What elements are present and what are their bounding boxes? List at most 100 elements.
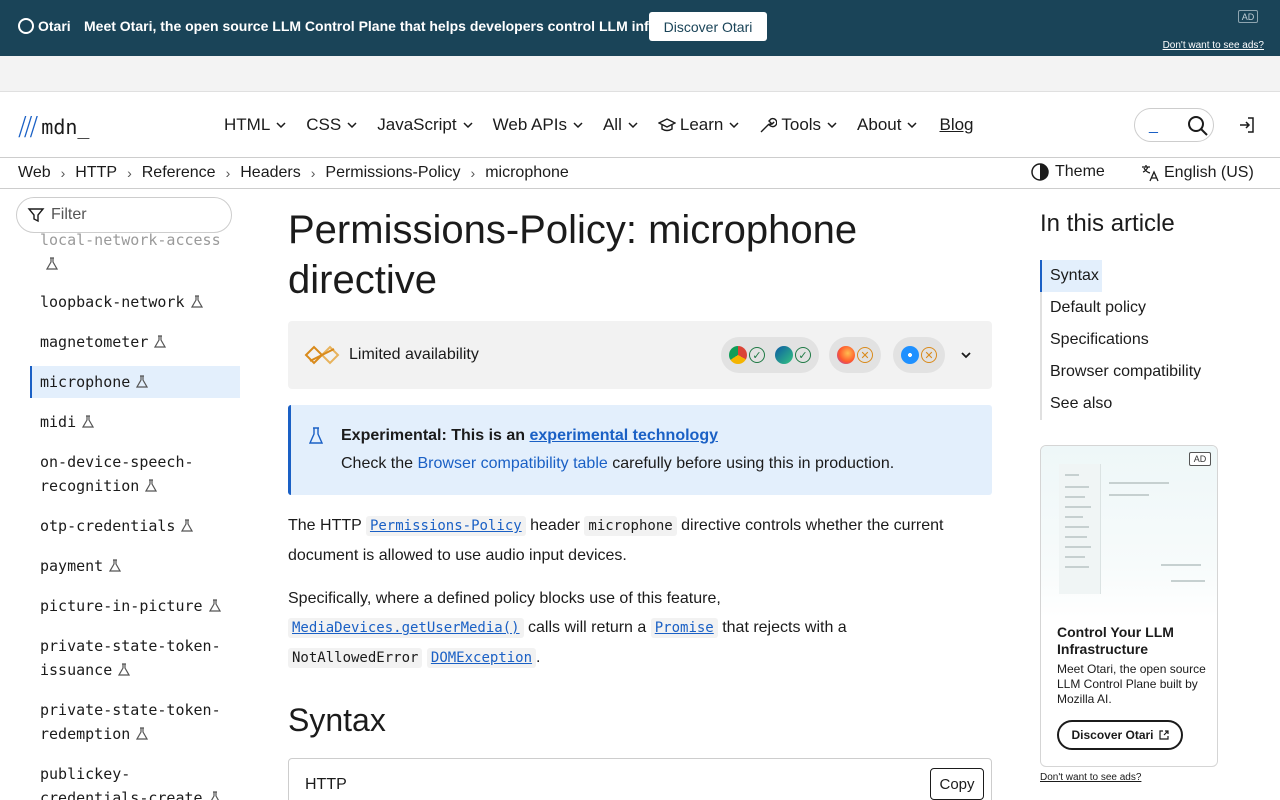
- flask-icon: [309, 427, 323, 444]
- nav-html[interactable]: HTML: [224, 114, 286, 136]
- supported-check-icon: ✓: [749, 347, 765, 363]
- sidebar-item-midi[interactable]: midi: [30, 410, 240, 434]
- breadcrumb-item[interactable]: Web ›: [18, 164, 75, 182]
- otari-logo[interactable]: Otari: [18, 18, 71, 34]
- permissions-policy-link[interactable]: Permissions-Policy: [365, 516, 526, 536]
- external-link-icon: [1158, 730, 1169, 740]
- mdn-logo[interactable]: /// mdn_: [18, 112, 89, 142]
- ad-label: AD: [1238, 10, 1258, 23]
- breadcrumb-web[interactable]: Web: [18, 164, 51, 182]
- login-icon[interactable]: [1237, 115, 1257, 135]
- safari-icon: [901, 346, 919, 364]
- copy-button[interactable]: Copy: [930, 768, 984, 800]
- flask-icon: [82, 415, 95, 428]
- flask-icon: [154, 335, 167, 348]
- breadcrumb-item[interactable]: Headers ›: [240, 164, 325, 182]
- toc-item-default-policy[interactable]: Default policy: [1042, 292, 1240, 324]
- microphone-code: microphone: [584, 516, 677, 536]
- sidebar-item-local-network-access[interactable]: local-network-access: [30, 228, 240, 276]
- language-switcher[interactable]: English (US): [1140, 163, 1254, 183]
- nav-html-label: HTML: [224, 115, 271, 134]
- sidebar-item-magnetometer[interactable]: magnetometer: [30, 330, 240, 354]
- browser-group-firefox: ✕: [829, 337, 881, 373]
- sidebar-item-publickey-credentials-create[interactable]: publickey- credentials-create: [30, 762, 240, 800]
- sidebar-item-private-state-token-redemption[interactable]: private-state-token- redemption: [30, 698, 240, 746]
- breadcrumb-http[interactable]: HTTP: [75, 164, 117, 182]
- sidebar-item-otp-credentials[interactable]: otp-credentials: [30, 514, 240, 538]
- wrench-icon: [760, 117, 778, 133]
- breadcrumb: Web › HTTP › Reference › Headers › Permissio…: [18, 164, 569, 182]
- page-title: Permissions-Policy: microphone directive: [288, 205, 992, 305]
- experimental-technology-link[interactable]: experimental technology: [530, 427, 719, 444]
- no-ads-link-side[interactable]: Don't want to see ads?: [1040, 772, 1141, 783]
- chevron-right-icon: ›: [60, 165, 66, 181]
- nav-blog[interactable]: Blog: [939, 114, 973, 136]
- browser-compat-link[interactable]: Browser compatibility table: [417, 455, 607, 472]
- unsupported-x-icon: ✕: [857, 347, 873, 363]
- sidebar-item-private-state-token-issuance[interactable]: private-state-token- issuance: [30, 634, 240, 682]
- nav-about-label: About: [857, 115, 902, 134]
- breadcrumb-item[interactable]: HTTP ›: [75, 164, 141, 182]
- theme-label: Theme: [1055, 163, 1105, 180]
- edge-icon: [775, 346, 793, 364]
- p1-text-a: The HTTP: [288, 517, 366, 534]
- nav-javascript[interactable]: JavaScript: [377, 114, 473, 136]
- availability-banner[interactable]: Limited availability ✓ ✓ ✕ ✕: [288, 321, 992, 389]
- nav-learn[interactable]: Learn: [657, 114, 739, 136]
- sidebar-item-picture-in-picture[interactable]: picture-in-picture: [30, 594, 240, 618]
- placeholder-strip: [0, 56, 1280, 92]
- sidebar: Filter local-network-access loopback-net…: [0, 190, 256, 800]
- nav-web-apis[interactable]: Web APIs: [493, 114, 583, 136]
- search-icon: [1188, 116, 1208, 136]
- breadcrumb-headers[interactable]: Headers: [240, 164, 300, 182]
- promise-link[interactable]: Promise: [650, 618, 718, 638]
- toc-item-browser-compatibility[interactable]: Browser compatibility: [1042, 356, 1240, 388]
- ad-label: AD: [1189, 452, 1211, 466]
- syntax-heading: Syntax: [288, 702, 386, 738]
- sidebar-item-label: local-network-access: [40, 231, 221, 249]
- sidebar-item-payment[interactable]: payment: [30, 554, 240, 578]
- toc-item-specifications[interactable]: Specifications: [1042, 324, 1240, 356]
- sidebar-item-on-device-speech-recognition[interactable]: on-device-speech- recognition: [30, 450, 240, 498]
- sidebar-item-label: microphone: [40, 373, 131, 391]
- domexception-link[interactable]: DOMException: [426, 648, 537, 668]
- sidebar-item-label: magnetometer: [40, 333, 149, 351]
- browser-group-chrome-edge: ✓ ✓: [721, 337, 819, 373]
- breadcrumb-item[interactable]: Reference ›: [142, 164, 241, 182]
- intro-paragraph: The HTTP Permissions-Policy header micro…: [288, 511, 992, 570]
- experimental-note: Experimental: This is an experimental te…: [288, 405, 992, 495]
- toc-item-see-also[interactable]: See also: [1042, 388, 1240, 420]
- table-of-contents: In this article Syntax Default policy Sp…: [1040, 190, 1240, 420]
- graduation-cap-icon: [657, 118, 676, 132]
- theme-switcher[interactable]: Theme: [1031, 163, 1105, 181]
- ad-screenshot-line: [1065, 516, 1083, 518]
- chevron-down-icon: [347, 122, 357, 129]
- nav-about[interactable]: About: [857, 114, 918, 136]
- sidebar-item-loopback-network[interactable]: loopback-network: [30, 290, 240, 314]
- nav-css-label: CSS: [306, 115, 342, 134]
- breadcrumb-item[interactable]: Permissions-Policy ›: [325, 164, 485, 182]
- no-ads-link[interactable]: Don't want to see ads?: [1163, 40, 1264, 51]
- side-ad-card[interactable]: AD Control Your LLM Infrastructure Meet …: [1040, 445, 1218, 767]
- toc-item-syntax[interactable]: Syntax: [1040, 260, 1102, 292]
- chevron-right-icon: ›: [310, 165, 316, 181]
- nav-tools[interactable]: Tools: [759, 114, 837, 136]
- discover-otari-button[interactable]: Discover Otari: [649, 12, 767, 41]
- breadcrumb-permissions-policy[interactable]: Permissions-Policy: [325, 164, 460, 182]
- search-input[interactable]: _: [1134, 108, 1214, 142]
- getusermedia-link[interactable]: MediaDevices.getUserMedia(): [288, 618, 524, 638]
- chevron-down-icon[interactable]: [960, 349, 972, 361]
- search-cursor: _: [1149, 117, 1158, 134]
- otari-logo-icon: [18, 18, 34, 34]
- sidebar-item-label-line2: redemption: [40, 725, 131, 743]
- unsupported-x-icon: ✕: [921, 347, 937, 363]
- top-ad-banner: Otari Meet Otari, the open source LLM Co…: [0, 0, 1280, 56]
- translate-icon: [1142, 165, 1159, 182]
- sidebar-item-label: otp-credentials: [40, 517, 176, 535]
- nav-css[interactable]: CSS: [306, 114, 357, 136]
- sidebar-item-microphone[interactable]: microphone: [30, 366, 240, 398]
- sidebar-item-label: publickey-: [40, 765, 131, 783]
- nav-all[interactable]: All: [603, 114, 638, 136]
- breadcrumb-reference[interactable]: Reference: [142, 164, 216, 182]
- discover-otari-ad-button[interactable]: Discover Otari: [1057, 720, 1183, 750]
